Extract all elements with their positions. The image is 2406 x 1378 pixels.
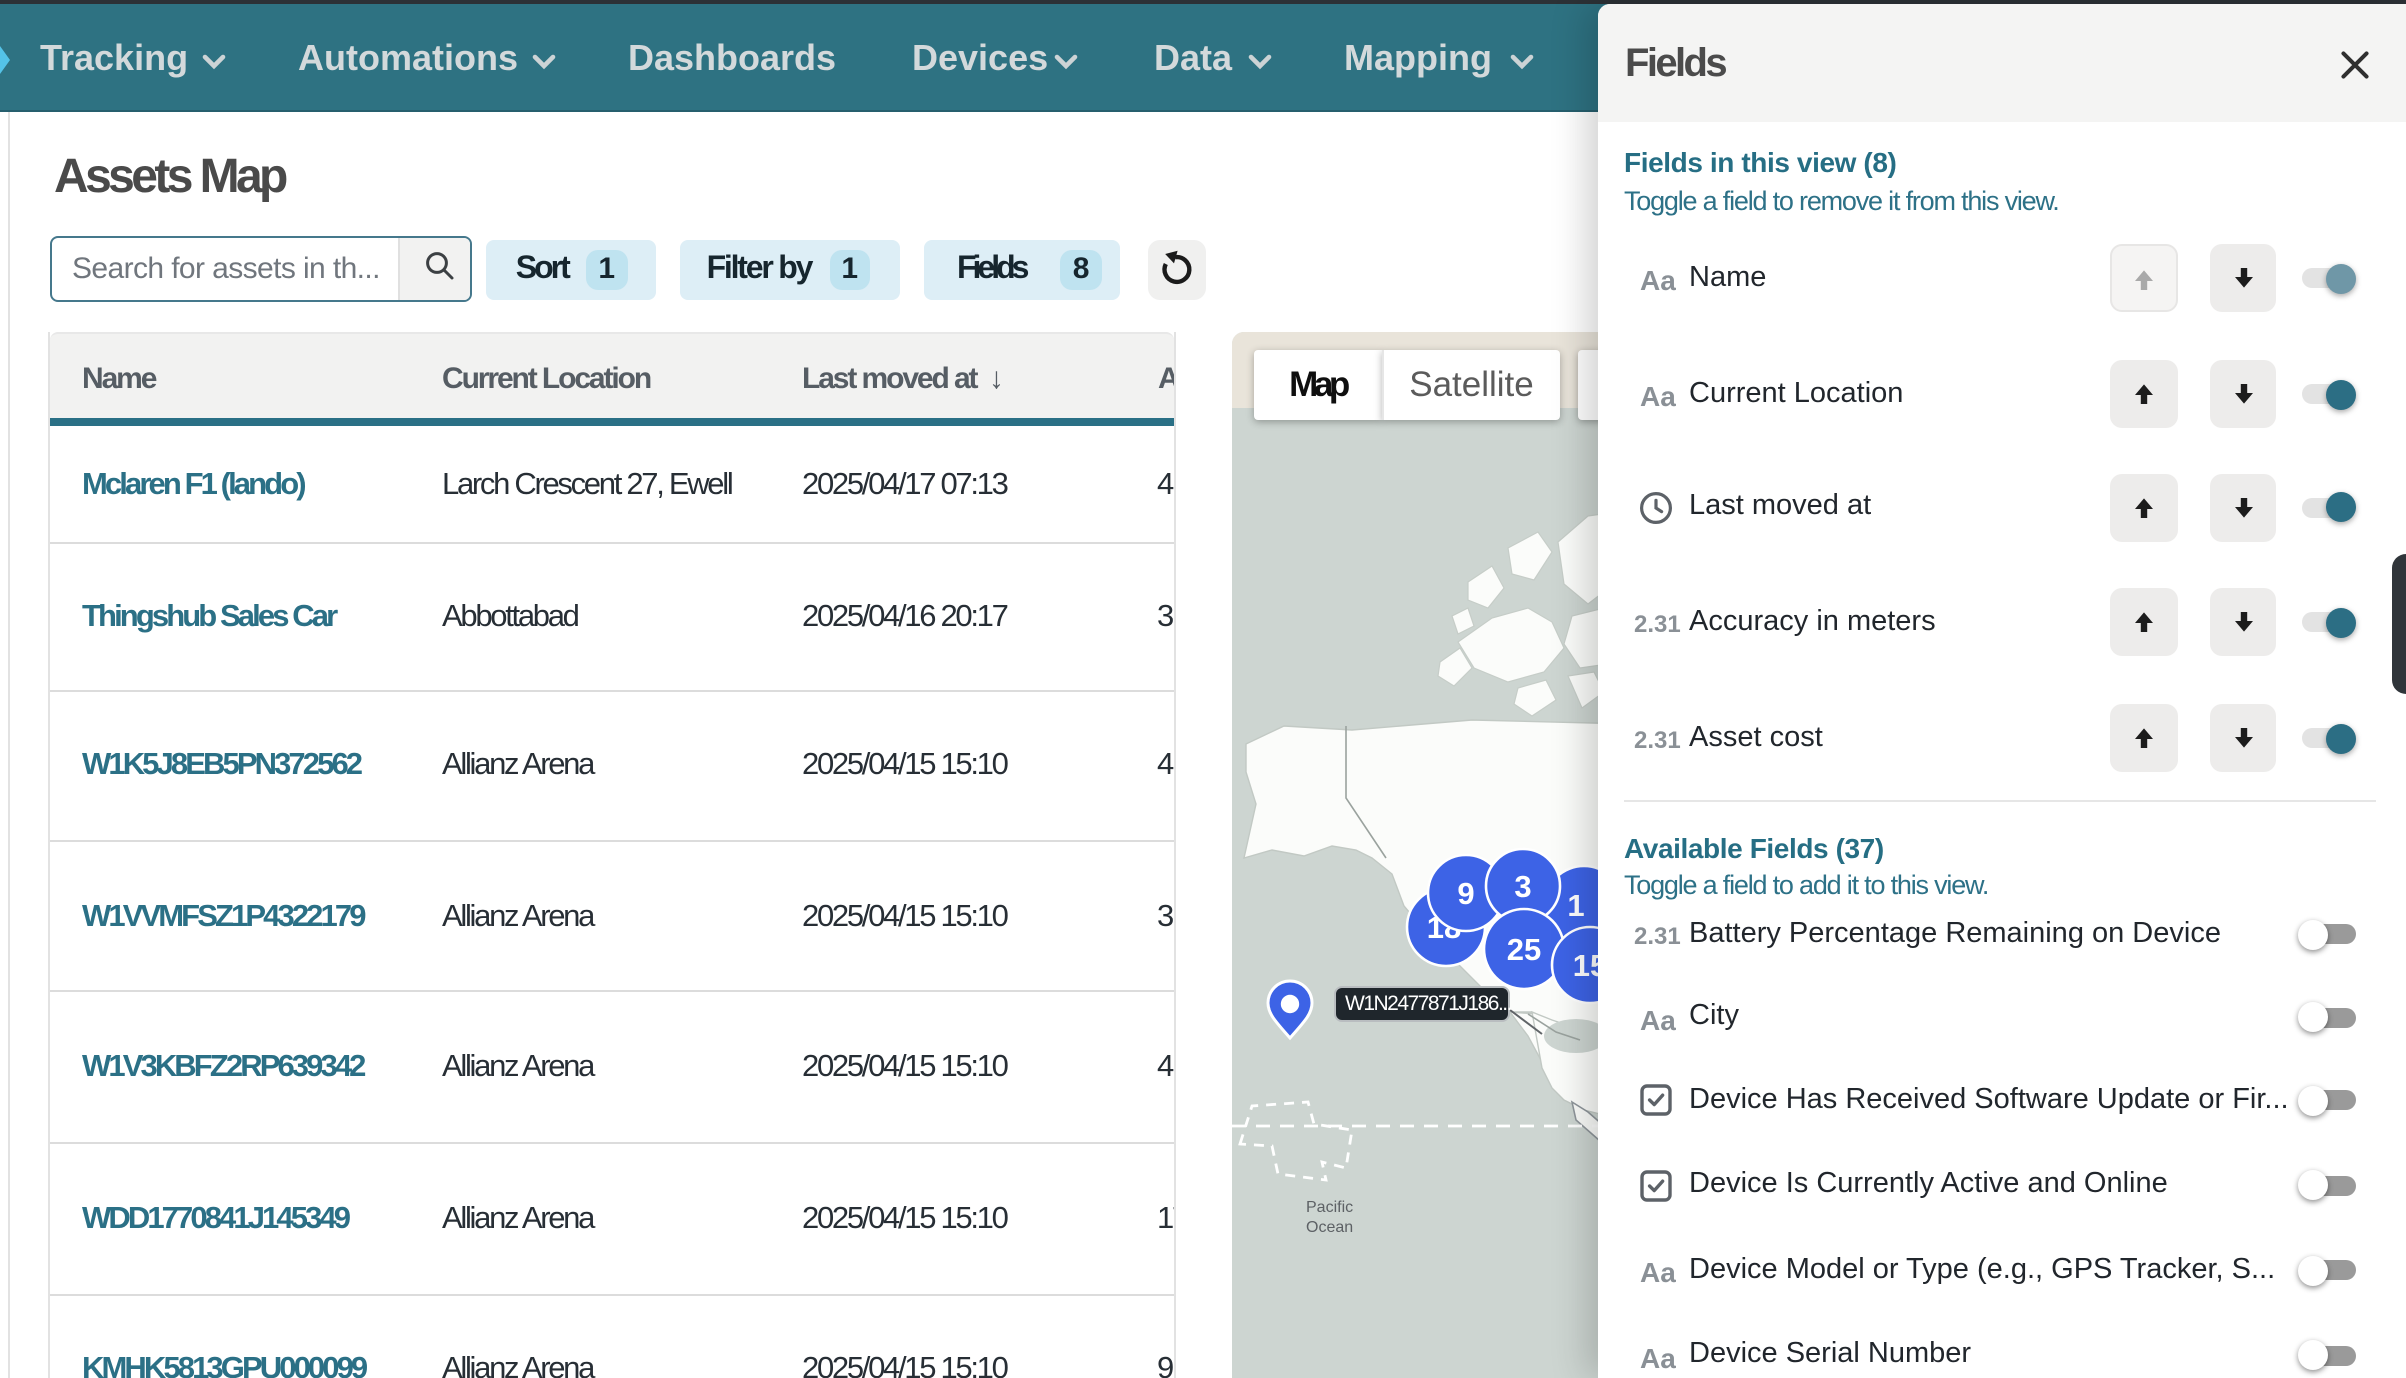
svg-text:Pacific: Pacific: [1306, 1199, 1353, 1216]
svg-text:Ocean: Ocean: [1306, 1219, 1353, 1236]
svg-text:9: 9: [1457, 876, 1474, 911]
svg-text:25: 25: [1507, 932, 1541, 967]
svg-text:1: 1: [1567, 888, 1584, 923]
svg-text:3: 3: [1514, 869, 1531, 904]
